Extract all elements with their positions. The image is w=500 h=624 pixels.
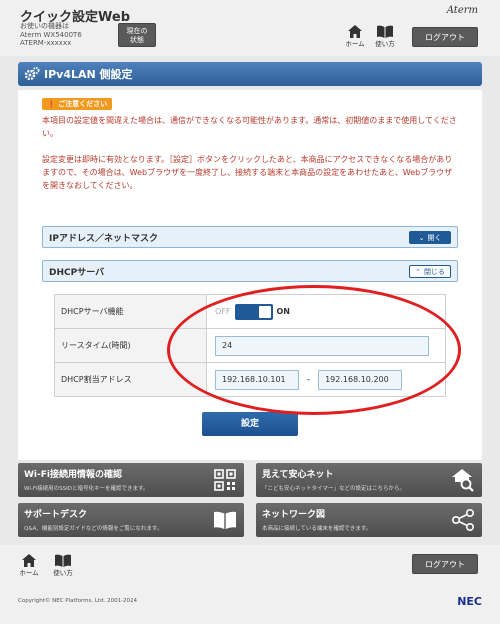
network-map-card[interactable]: ネットワーク図 本商品に接続している端末を確認できます。 [256, 503, 482, 537]
dhcp-range-label: DHCP割当アドレス [54, 362, 207, 397]
caution-notice: ❗ ご注意ください 本項目の設定値を間違えた場合は、通信ができなくなる可能性があ… [42, 98, 458, 208]
footer-logout-button[interactable]: ログアウト [412, 554, 478, 574]
submit-button[interactable]: 設定 [202, 412, 298, 436]
nec-logo: NEC [457, 595, 482, 608]
range-start-input[interactable] [215, 369, 299, 390]
wifi-info-card[interactable]: Wi-Fi接続用情報の確認 Wi-Fi接続用のSSIDと暗号化キーを確認できます… [18, 463, 244, 497]
qr-code-icon [212, 467, 238, 493]
caution-text: 本項目の設定値を間違えた場合は、通信ができなくなる可能性があります。通常は、初期… [42, 116, 457, 190]
table-row: リースタイム(時間) [54, 328, 446, 363]
book-icon [212, 507, 238, 533]
aterm-logo: Aterm [446, 5, 478, 16]
section-dhcp-server[interactable]: DHCPサーバ ⌃ 閉じる [42, 260, 458, 282]
page-title: IPv4LAN 側設定 [44, 68, 133, 81]
section-ip-netmask[interactable]: IPアドレス／ネットマスク ⌄ 開く [42, 226, 458, 248]
device-info: お使いの機器は Aterm WX5400T6 ATERM-xxxxxx [20, 22, 82, 47]
lease-time-input[interactable] [215, 335, 429, 356]
chevron-up-icon: ⌃ [415, 267, 421, 276]
range-end-input[interactable] [318, 369, 403, 390]
logout-button[interactable]: ログアウト [412, 27, 478, 47]
page-title-bar: IPv4LAN 側設定 [18, 62, 482, 86]
header: クイック設定Web お使いの機器は Aterm WX5400T6 ATERM-x… [0, 0, 500, 56]
current-status-button[interactable]: 現在の 状態 [118, 23, 156, 47]
support-desk-card[interactable]: サポートデスク Q&A、機能別設定ガイドなどの情報をご覧になれます。 [18, 503, 244, 537]
safe-net-card[interactable]: 見えて安心ネット 「こども安心ネットタイマー」などの設定はこちらから。 [256, 463, 482, 497]
dhcp-settings-table: DHCPサーバ機能 OFF ON リースタイム(時間) DHCP割当アドレス - [54, 294, 446, 397]
footer-help-nav[interactable]: 使い方 [50, 553, 76, 577]
help-nav[interactable]: 使い方 [372, 24, 398, 48]
book-icon [372, 24, 398, 38]
footer-home-nav[interactable]: ホーム [16, 553, 42, 577]
range-separator: - [306, 375, 311, 385]
warning-icon: ❗ [47, 100, 56, 108]
home-icon [16, 553, 42, 567]
lease-time-label: リースタイム(時間) [54, 328, 207, 363]
dhcp-server-label: DHCPサーバ機能 [54, 294, 207, 329]
table-row: DHCPサーバ機能 OFF ON [54, 294, 446, 329]
home-nav[interactable]: ホーム [342, 24, 368, 48]
settings-panel: ❗ ご注意ください 本項目の設定値を間違えた場合は、通信ができなくなる可能性があ… [18, 90, 482, 460]
dhcp-server-toggle[interactable]: OFF ON [215, 303, 290, 320]
chevron-down-icon: ⌄ [418, 233, 425, 242]
home-icon [342, 24, 368, 38]
book-icon [50, 553, 76, 567]
close-button[interactable]: ⌃ 閉じる [409, 265, 451, 278]
footer: ホーム 使い方 ログアウト [0, 545, 500, 624]
house-search-icon [450, 467, 476, 493]
copyright: Copyright© NEC Platforms, Ltd. 2001-2024 [18, 598, 138, 604]
caution-badge: ❗ ご注意ください [42, 98, 113, 110]
network-icon [450, 507, 476, 533]
gear-icon [24, 66, 40, 82]
open-button[interactable]: ⌄ 開く [409, 231, 451, 244]
table-row: DHCP割当アドレス - [54, 362, 446, 397]
